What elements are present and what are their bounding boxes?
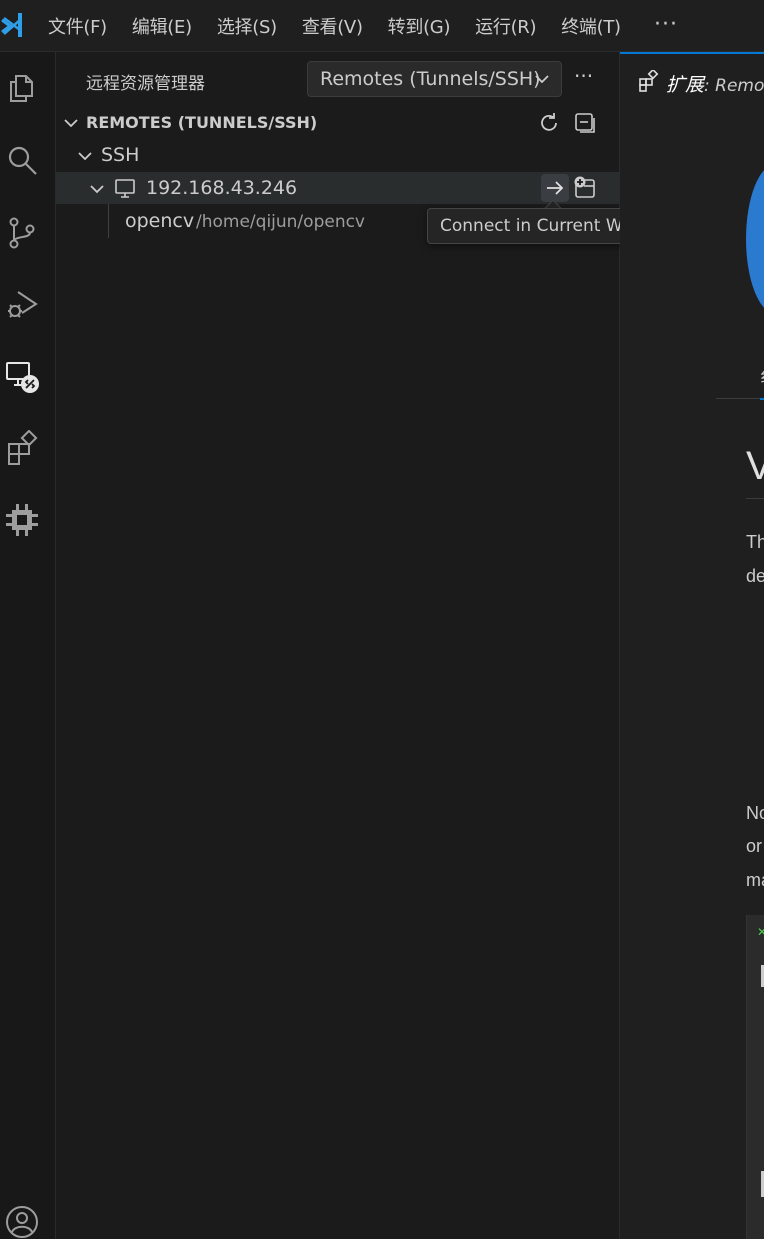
remotes-type-select[interactable]: Remotes (Tunnels/SSH): [307, 61, 562, 97]
ssh-host-label: 192.168.43.246: [146, 177, 298, 199]
ssh-folder-label: opencv: [125, 210, 195, 232]
explorer-icon[interactable]: [2, 68, 42, 108]
ssh-group-label: SSH: [101, 144, 140, 166]
menu-more-button[interactable]: ···: [654, 12, 678, 37]
vscode-logo-icon: [1, 13, 22, 37]
remotes-section-label: REMOTES (TUNNELS/SSH): [86, 113, 318, 132]
connect-current-window-button[interactable]: [541, 174, 569, 202]
chevron-down-icon: [64, 119, 78, 128]
account-icon[interactable]: [2, 1202, 42, 1239]
remotes-select-value: Remotes (Tunnels/SSH): [320, 68, 541, 90]
menu-run[interactable]: 运行(R): [475, 13, 536, 39]
run-debug-icon[interactable]: [2, 284, 42, 324]
readme-line: or: [746, 836, 763, 856]
chevron-down-icon: [90, 185, 104, 194]
menu-bar: 文件(F) 编辑(E) 选择(S) 查看(V) 转到(G) 运行(R) 终端(T…: [0, 0, 764, 52]
extension-detail-tab[interactable]: 纟: [760, 362, 764, 387]
monitor-icon: [115, 179, 135, 198]
new-window-icon: [574, 176, 595, 198]
menu-terminal[interactable]: 终端(T): [561, 13, 621, 39]
menu-view[interactable]: 查看(V): [302, 13, 363, 39]
ssh-group-row[interactable]: SSH: [56, 139, 620, 171]
source-control-icon[interactable]: [2, 212, 42, 252]
ssh-host-row[interactable]: 192.168.43.246: [56, 172, 620, 204]
readme-line: No: [746, 803, 764, 823]
sidebar-more-button[interactable]: ···: [574, 64, 593, 88]
readme-line: Th: [746, 532, 764, 552]
ssh-folder-path: /home/qijun/opencv: [196, 212, 365, 232]
chevron-down-icon: [78, 152, 92, 161]
readme-line: ma: [746, 870, 764, 890]
extensions-icon[interactable]: [2, 428, 42, 468]
connect-new-window-button[interactable]: [571, 174, 599, 202]
remote-indicator-icon: ✕: [757, 925, 764, 939]
activity-bar: [0, 52, 56, 1239]
readme-screenshot-image: ✕: [746, 915, 764, 1239]
menu-edit[interactable]: 编辑(E): [132, 13, 192, 39]
extension-logo: [746, 164, 764, 314]
readme-heading: V: [746, 444, 764, 488]
readme-line: de: [746, 566, 764, 586]
extensions-icon: [639, 70, 659, 92]
arrow-right-icon: [547, 181, 564, 195]
extension-tabs-divider: [716, 398, 764, 399]
remotes-section-header[interactable]: REMOTES (TUNNELS/SSH): [56, 108, 620, 138]
readme-heading-rule: [746, 498, 764, 499]
menu-file[interactable]: 文件(F): [48, 13, 107, 39]
menu-go[interactable]: 转到(G): [388, 13, 451, 39]
editor-area: 扩展: Remo 纟 V Th de No or ma ✕: [620, 52, 764, 1239]
sidebar-title: 远程资源管理器: [86, 74, 205, 94]
chevron-down-icon: [535, 75, 549, 84]
remote-explorer-icon[interactable]: [2, 356, 42, 396]
collapse-all-icon[interactable]: [573, 111, 597, 135]
search-icon[interactable]: [2, 140, 42, 180]
extension-tab-label: 扩展: Remo: [666, 74, 764, 96]
extension-tab[interactable]: 扩展: Remo: [620, 52, 764, 108]
refresh-icon[interactable]: [537, 111, 561, 135]
menu-selection[interactable]: 选择(S): [217, 13, 277, 39]
chip-icon[interactable]: [2, 500, 42, 540]
extension-tab-active-indicator: [760, 398, 764, 400]
